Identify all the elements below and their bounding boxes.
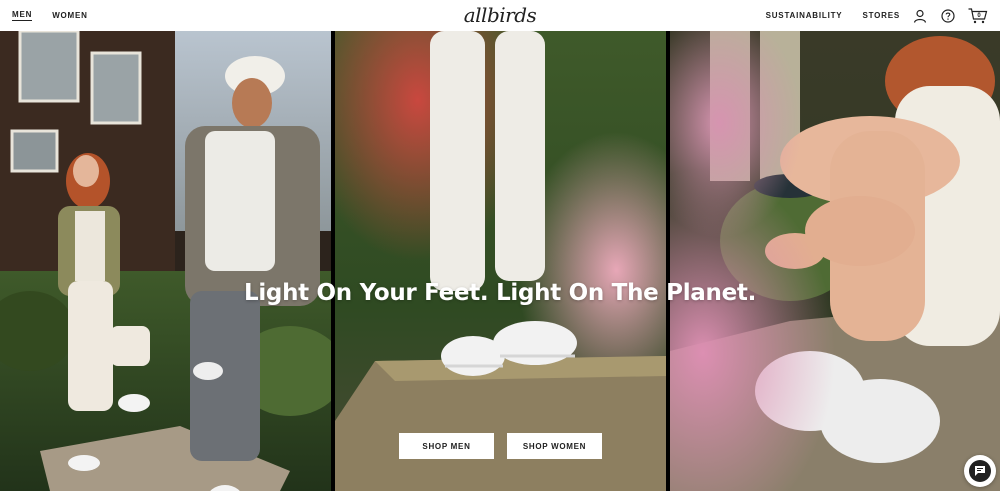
- hero-image-center: [335, 31, 666, 491]
- hero-banner: Light On Your Feet. Light On The Planet.…: [0, 31, 1000, 491]
- top-navigation: MEN WOMEN allbirds SUSTAINABILITY STORES…: [0, 0, 1000, 31]
- nav-left: MEN WOMEN: [12, 10, 108, 21]
- hero-image-left: [0, 31, 331, 491]
- nav-link-sustainability[interactable]: SUSTAINABILITY: [766, 11, 843, 21]
- shop-women-button[interactable]: SHOP WOMEN: [507, 433, 602, 459]
- hero-image-right: [670, 31, 1000, 491]
- nav-link-men[interactable]: MEN: [12, 10, 33, 21]
- chat-icon: [969, 460, 991, 482]
- nav-right: SUSTAINABILITY STORES 0: [746, 7, 988, 24]
- hero-headline: Light On Your Feet. Light On The Planet.: [243, 280, 757, 306]
- chat-button[interactable]: [964, 455, 996, 487]
- cart-count: 0: [977, 13, 981, 19]
- nav-link-stores[interactable]: STORES: [862, 11, 900, 21]
- shop-men-button[interactable]: SHOP MEN: [399, 433, 494, 459]
- account-icon[interactable]: [912, 8, 928, 24]
- cart-icon[interactable]: 0: [968, 7, 988, 24]
- help-icon[interactable]: [940, 8, 956, 24]
- hero-cta-group: SHOP MEN SHOP WOMEN: [399, 433, 602, 459]
- nav-link-women[interactable]: WOMEN: [52, 11, 88, 21]
- allbirds-logo[interactable]: allbirds: [464, 3, 537, 27]
